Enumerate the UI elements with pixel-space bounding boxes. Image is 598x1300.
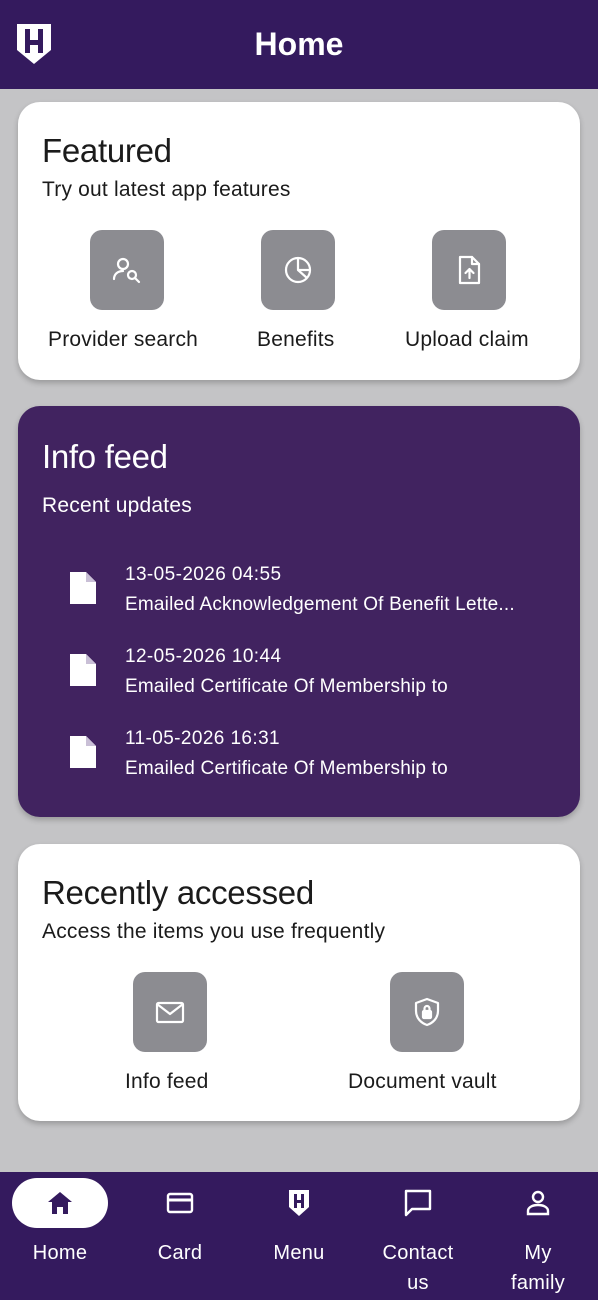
top-app-bar: Home: [0, 0, 598, 89]
document-icon: [70, 572, 96, 604]
feed-item-date: 11-05-2026 16:31: [125, 728, 281, 749]
home-icon: [48, 1192, 72, 1214]
info-feed-card[interactable]: Info feed Recent updates 13-05-2026 04:5…: [18, 406, 580, 817]
nav-my-family[interactable]: My family: [478, 1172, 598, 1300]
feed-item[interactable]: 13-05-2026 04:55 Emailed Acknowledgement…: [68, 564, 548, 634]
info-feed-label: Info feed: [125, 1070, 209, 1093]
nav-menu-label: Menu: [273, 1242, 325, 1264]
nav-contact-icon-wrap[interactable]: [370, 1178, 466, 1228]
feed-item-text: Emailed Certificate Of Membership to: [125, 676, 448, 697]
chat-icon: [404, 1189, 432, 1217]
document-vault-label: Document vault: [348, 1070, 497, 1093]
benefits-tile[interactable]: [261, 230, 335, 310]
provider-search-label: Provider search: [48, 328, 199, 351]
feed-item[interactable]: 11-05-2026 16:31 Emailed Certificate Of …: [68, 728, 548, 798]
featured-subtitle: Try out latest app features: [42, 178, 291, 201]
feed-item-date: 12-05-2026 10:44: [125, 646, 282, 667]
nav-card[interactable]: Card: [120, 1172, 240, 1300]
nav-home-label: Home: [32, 1242, 88, 1264]
upload-file-icon: [458, 255, 481, 285]
feed-item-text: Emailed Acknowledgement Of Benefit Lette…: [125, 594, 515, 615]
nav-contact-us-label: Contact us: [382, 1242, 454, 1294]
nav-my-family-label: My family: [510, 1242, 566, 1294]
recently-accessed-card: Recently accessed Access the items you u…: [18, 844, 580, 1121]
recently-accessed-subtitle: Access the items you use frequently: [42, 920, 386, 943]
pie-chart-icon: [284, 256, 312, 284]
card-icon: [166, 1192, 194, 1214]
document-vault-tile[interactable]: [390, 972, 464, 1052]
document-icon: [70, 736, 96, 768]
feed-item[interactable]: 12-05-2026 10:44 Emailed Certificate Of …: [68, 646, 548, 716]
feed-item-text: Emailed Certificate Of Membership to: [125, 758, 448, 779]
menu-logo-icon: [289, 1190, 309, 1216]
info-feed-tile[interactable]: [133, 972, 207, 1052]
nav-family-icon-wrap[interactable]: [490, 1178, 586, 1228]
provider-search-tile[interactable]: [90, 230, 164, 310]
nav-home-indicator[interactable]: [12, 1178, 108, 1228]
nav-home[interactable]: Home: [0, 1172, 120, 1300]
recently-accessed-title: Recently accessed: [42, 874, 314, 911]
upload-claim-label: Upload claim: [405, 328, 529, 351]
featured-card: Featured Try out latest app features Pro…: [18, 102, 580, 380]
upload-claim-tile[interactable]: [432, 230, 506, 310]
provider-search-icon: [112, 257, 141, 284]
info-feed-title: Info feed: [42, 438, 168, 475]
feed-item-date: 13-05-2026 04:55: [125, 564, 282, 585]
benefits-label: Benefits: [257, 328, 335, 351]
bottom-navigation: Home Card Menu Contact us My family: [0, 1172, 598, 1300]
person-icon: [526, 1190, 550, 1216]
mail-icon: [155, 1001, 185, 1024]
nav-contact-us[interactable]: Contact us: [358, 1172, 478, 1300]
nav-menu[interactable]: Menu: [240, 1172, 358, 1300]
nav-card-label: Card: [157, 1242, 203, 1264]
page-title: Home: [254, 26, 344, 62]
shield-lock-icon: [414, 997, 440, 1027]
nav-menu-icon-wrap[interactable]: [251, 1178, 347, 1228]
document-icon: [70, 654, 96, 686]
nav-card-icon-wrap[interactable]: [132, 1178, 228, 1228]
featured-title: Featured: [42, 132, 172, 169]
info-feed-subtitle: Recent updates: [42, 494, 192, 517]
